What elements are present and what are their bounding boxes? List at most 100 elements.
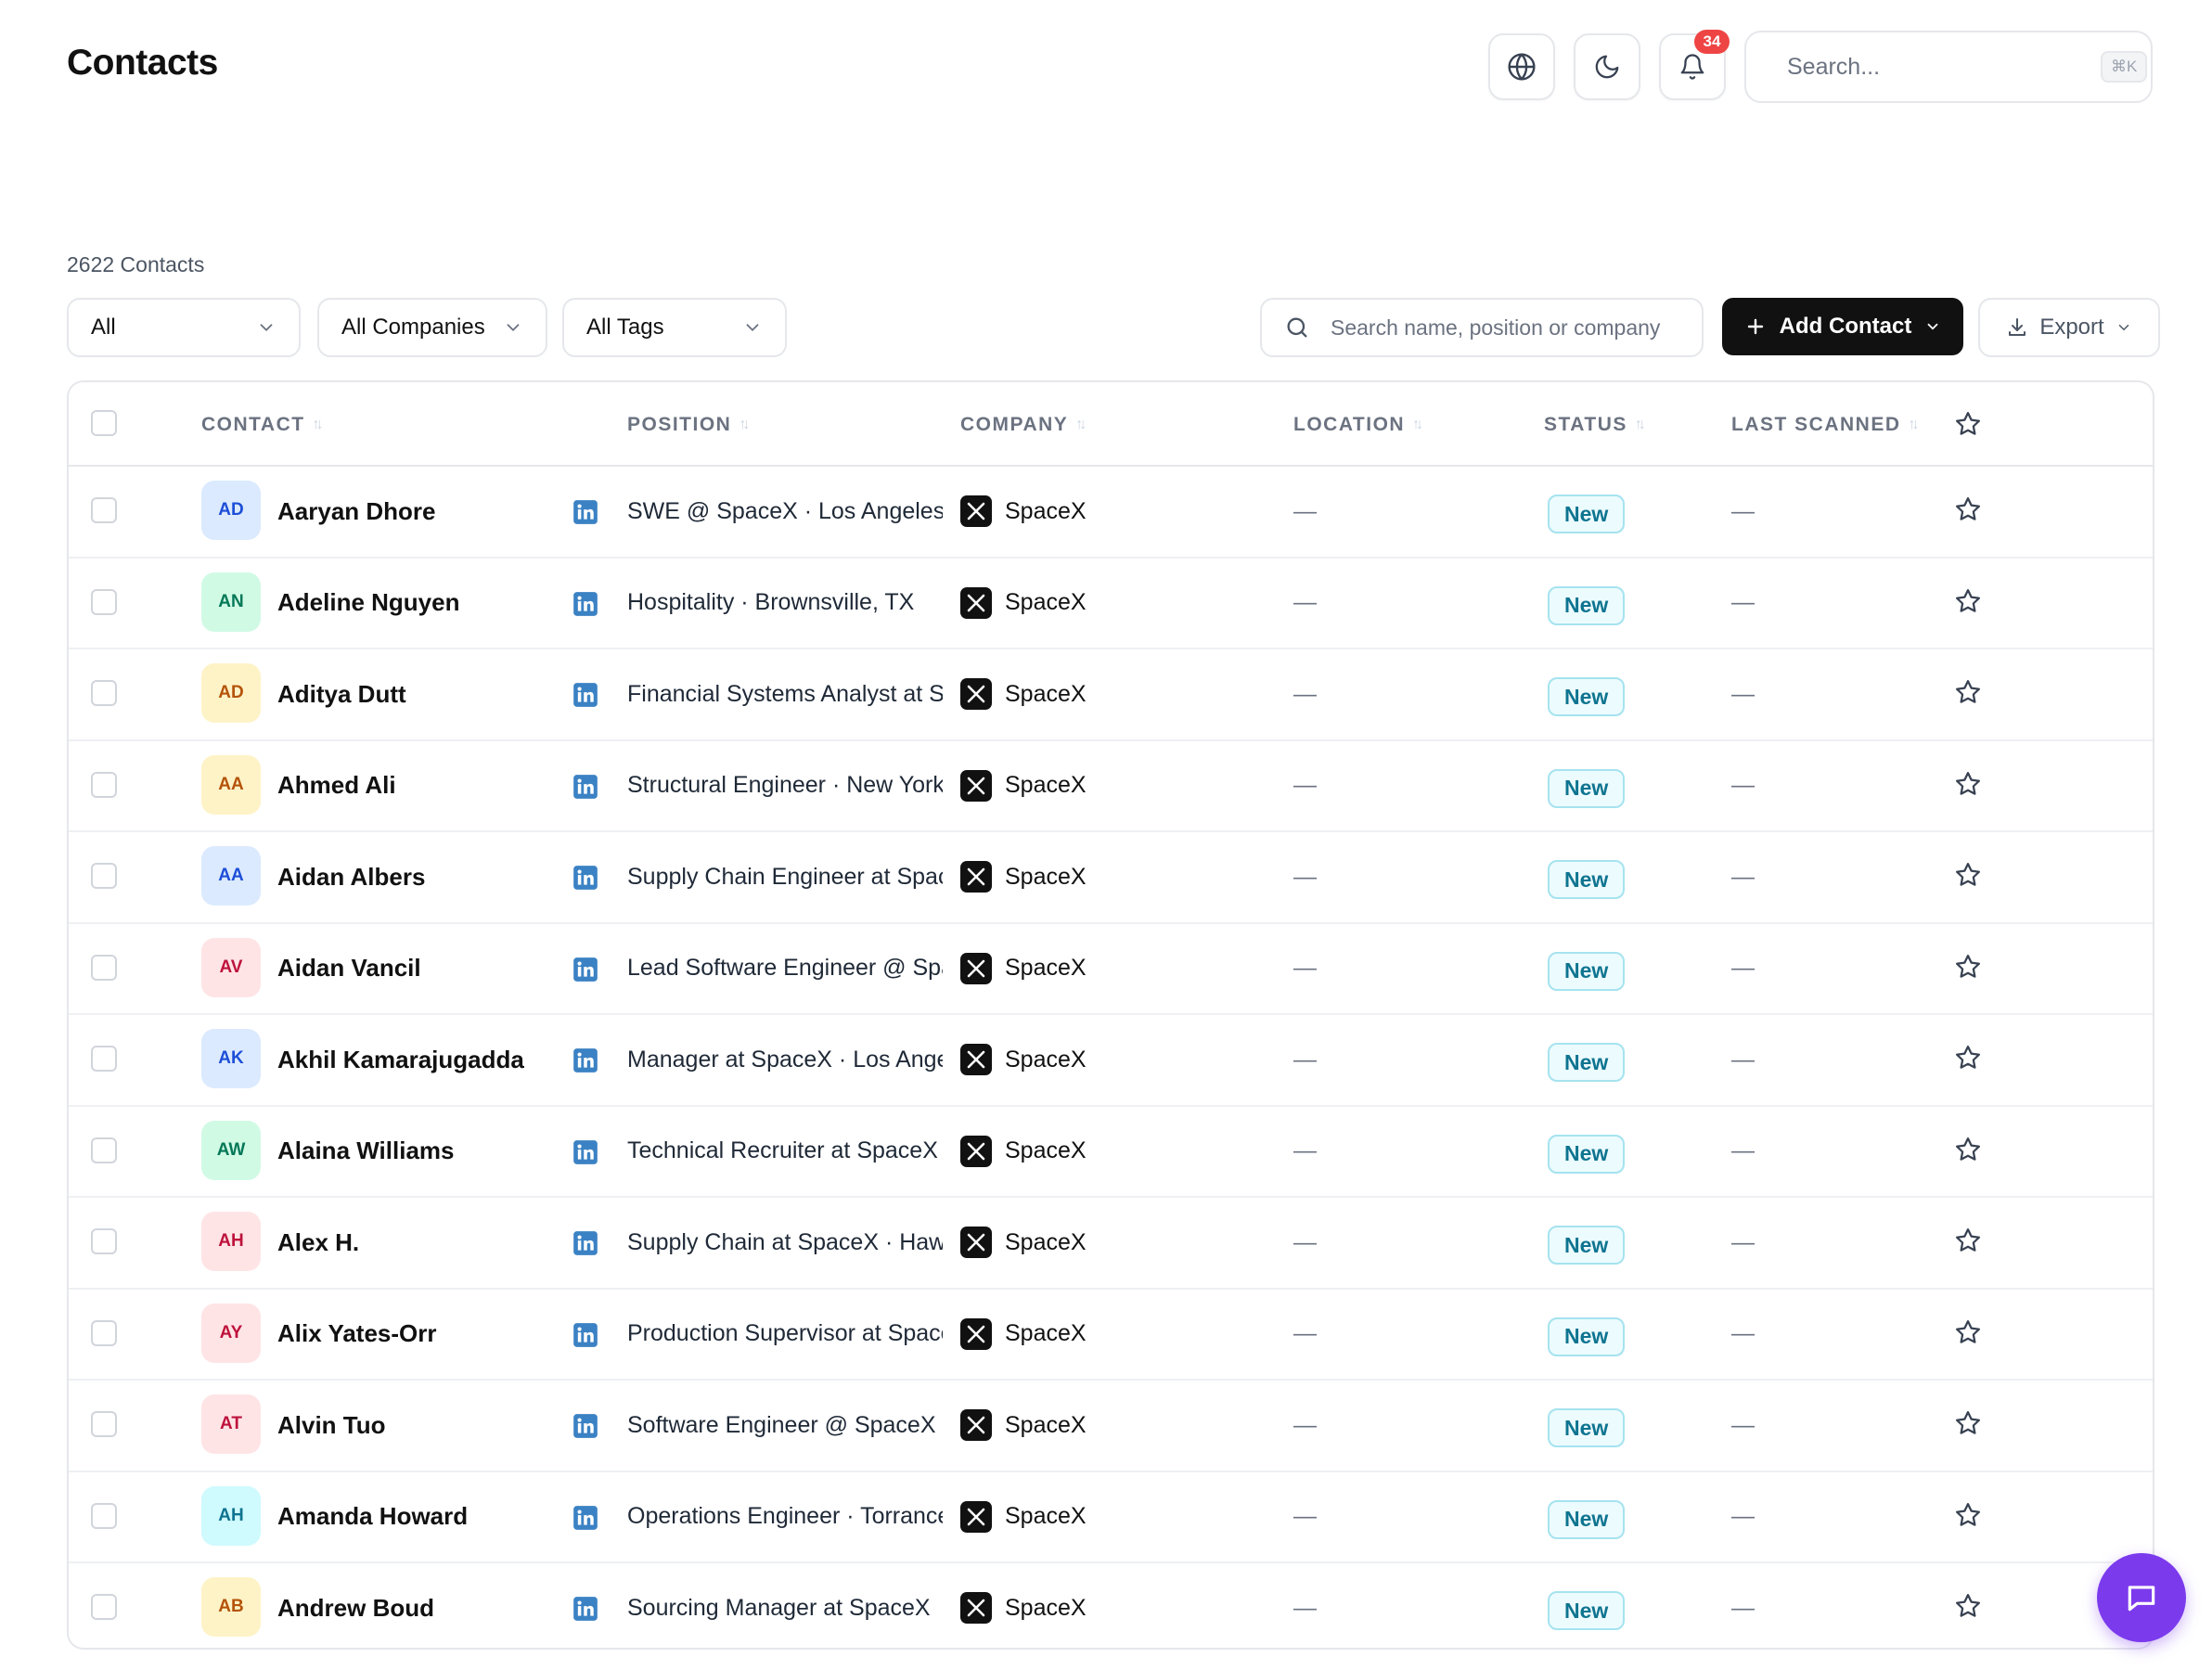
status-badge[interactable]: New: [1548, 1408, 1626, 1447]
table-row[interactable]: AK Akhil Kamarajugadda Manager at SpaceX ·…: [69, 1015, 2153, 1107]
contact-name[interactable]: Alix Yates-Orr: [277, 1290, 437, 1380]
row-checkbox[interactable]: [91, 497, 117, 523]
star-icon[interactable]: [1954, 1227, 1982, 1254]
table-row[interactable]: AW Alaina Williams Technical Recruiter at …: [69, 1107, 2153, 1198]
column-header-last-scanned[interactable]: LAST SCANNED ↑↓: [1731, 382, 1920, 467]
table-row[interactable]: AY Alix Yates-Orr Production Supervisor at…: [69, 1290, 2153, 1381]
column-header-company[interactable]: COMPANY ↑↓: [960, 382, 1087, 467]
row-checkbox[interactable]: [91, 1502, 117, 1529]
linkedin-icon[interactable]: [572, 682, 598, 708]
contact-name[interactable]: Aidan Vancil: [277, 924, 421, 1014]
linkedin-icon[interactable]: [572, 499, 598, 525]
global-search-input[interactable]: [1787, 53, 2086, 81]
table-row[interactable]: AD Aaryan Dhore SWE @ SpaceX · Los Angeles…: [69, 467, 2153, 559]
table-row[interactable]: AH Amanda Howard Operations Engineer · Tor…: [69, 1472, 2153, 1563]
table-row[interactable]: AA Ahmed Ali Structural Engineer · New Yor…: [69, 741, 2153, 832]
notifications-button[interactable]: 34: [1659, 30, 1730, 100]
contact-name[interactable]: Aaryan Dhore: [277, 467, 436, 557]
company-cell[interactable]: SpaceX: [960, 1381, 1087, 1471]
star-icon[interactable]: [1954, 678, 1982, 706]
status-badge[interactable]: New: [1548, 860, 1626, 899]
linkedin-icon[interactable]: [572, 774, 598, 800]
row-checkbox[interactable]: [91, 588, 117, 615]
linkedin-icon[interactable]: [572, 1139, 598, 1165]
star-icon[interactable]: [1954, 1318, 1982, 1346]
row-checkbox[interactable]: [91, 954, 117, 981]
row-checkbox[interactable]: [91, 1411, 117, 1437]
row-checkbox[interactable]: [91, 1228, 117, 1254]
table-search[interactable]: [1260, 298, 1704, 357]
linkedin-icon[interactable]: [572, 1596, 598, 1622]
select-all-checkbox[interactable]: [91, 410, 117, 436]
theme-toggle-button[interactable]: [1574, 33, 1640, 100]
table-row[interactable]: AV Aidan Vancil Lead Software Engineer @ S…: [69, 924, 2153, 1015]
company-cell[interactable]: SpaceX: [960, 649, 1087, 739]
status-badge[interactable]: New: [1548, 1499, 1626, 1539]
table-row[interactable]: AH Alex H. Supply Chain at SpaceX · Hawtho…: [69, 1198, 2153, 1290]
table-row[interactable]: AN Adeline Nguyen Hospitality · Brownsvill…: [69, 559, 2153, 649]
table-row[interactable]: AA Aidan Albers Supply Chain Engineer at S…: [69, 832, 2153, 924]
company-cell[interactable]: SpaceX: [960, 832, 1087, 922]
global-search[interactable]: ⌘K: [1744, 31, 2153, 103]
status-badge[interactable]: New: [1548, 585, 1626, 625]
contact-name[interactable]: Adeline Nguyen: [277, 559, 459, 649]
star-icon[interactable]: [1954, 587, 1982, 615]
row-checkbox[interactable]: [91, 863, 117, 889]
contact-name[interactable]: Alaina Williams: [277, 1107, 455, 1197]
contact-name[interactable]: Alex H.: [277, 1198, 359, 1288]
table-row[interactable]: AB Andrew Boud Sourcing Manager at SpaceX S…: [69, 1563, 2153, 1648]
table-row[interactable]: AT Alvin Tuo Software Engineer @ SpaceX Spa…: [69, 1381, 2153, 1472]
column-header-status[interactable]: STATUS ↑↓: [1544, 382, 1646, 467]
linkedin-icon[interactable]: [572, 957, 598, 983]
contact-name[interactable]: Ahmed Ali: [277, 741, 396, 831]
table-row[interactable]: AD Aditya Dutt Financial Systems Analyst a…: [69, 649, 2153, 741]
tags-filter-select[interactable]: All Tags: [562, 298, 787, 357]
favorites-star-icon[interactable]: [1954, 410, 1982, 438]
contact-name[interactable]: Andrew Boud: [277, 1563, 434, 1648]
star-icon[interactable]: [1954, 770, 1982, 798]
contact-name[interactable]: Aditya Dutt: [277, 649, 406, 739]
contact-name[interactable]: Amanda Howard: [277, 1472, 468, 1562]
status-badge[interactable]: New: [1548, 1317, 1626, 1356]
column-header-location[interactable]: LOCATION ↑↓: [1293, 382, 1423, 467]
column-header-contact[interactable]: CONTACT ↑↓: [201, 382, 324, 467]
company-cell[interactable]: SpaceX: [960, 559, 1087, 649]
linkedin-icon[interactable]: [572, 1230, 598, 1256]
company-cell[interactable]: SpaceX: [960, 1472, 1087, 1562]
star-icon[interactable]: [1954, 1044, 1982, 1072]
star-icon[interactable]: [1954, 953, 1982, 981]
company-cell[interactable]: SpaceX: [960, 1563, 1087, 1648]
company-cell[interactable]: SpaceX: [960, 467, 1087, 557]
linkedin-icon[interactable]: [572, 591, 598, 617]
linkedin-icon[interactable]: [572, 1413, 598, 1439]
star-icon[interactable]: [1954, 1592, 1982, 1620]
status-badge[interactable]: New: [1548, 1043, 1626, 1082]
contact-name[interactable]: Aidan Albers: [277, 832, 425, 922]
add-contact-button[interactable]: Add Contact: [1722, 298, 1963, 355]
row-checkbox[interactable]: [91, 1046, 117, 1072]
company-cell[interactable]: SpaceX: [960, 1198, 1087, 1288]
star-icon[interactable]: [1954, 1409, 1982, 1437]
linkedin-icon[interactable]: [572, 1505, 598, 1531]
row-checkbox[interactable]: [91, 1594, 117, 1620]
language-button[interactable]: [1488, 33, 1555, 100]
status-badge[interactable]: New: [1548, 951, 1626, 991]
row-checkbox[interactable]: [91, 1137, 117, 1163]
status-badge[interactable]: New: [1548, 1134, 1626, 1174]
company-cell[interactable]: SpaceX: [960, 741, 1087, 831]
company-cell[interactable]: SpaceX: [960, 1290, 1087, 1380]
chat-button[interactable]: [2097, 1553, 2186, 1642]
row-checkbox[interactable]: [91, 680, 117, 706]
status-badge[interactable]: New: [1548, 768, 1626, 808]
export-button[interactable]: Export: [1978, 298, 2160, 357]
star-icon[interactable]: [1954, 861, 1982, 889]
linkedin-icon[interactable]: [572, 1047, 598, 1073]
column-header-position[interactable]: POSITION ↑↓: [627, 382, 750, 467]
company-cell[interactable]: SpaceX: [960, 924, 1087, 1014]
company-cell[interactable]: SpaceX: [960, 1015, 1087, 1105]
contact-name[interactable]: Alvin Tuo: [277, 1381, 386, 1471]
contact-name[interactable]: Akhil Kamarajugadda: [277, 1015, 524, 1105]
row-checkbox[interactable]: [91, 1319, 117, 1346]
view-filter-select[interactable]: All: [67, 298, 301, 357]
star-icon[interactable]: [1954, 495, 1982, 523]
